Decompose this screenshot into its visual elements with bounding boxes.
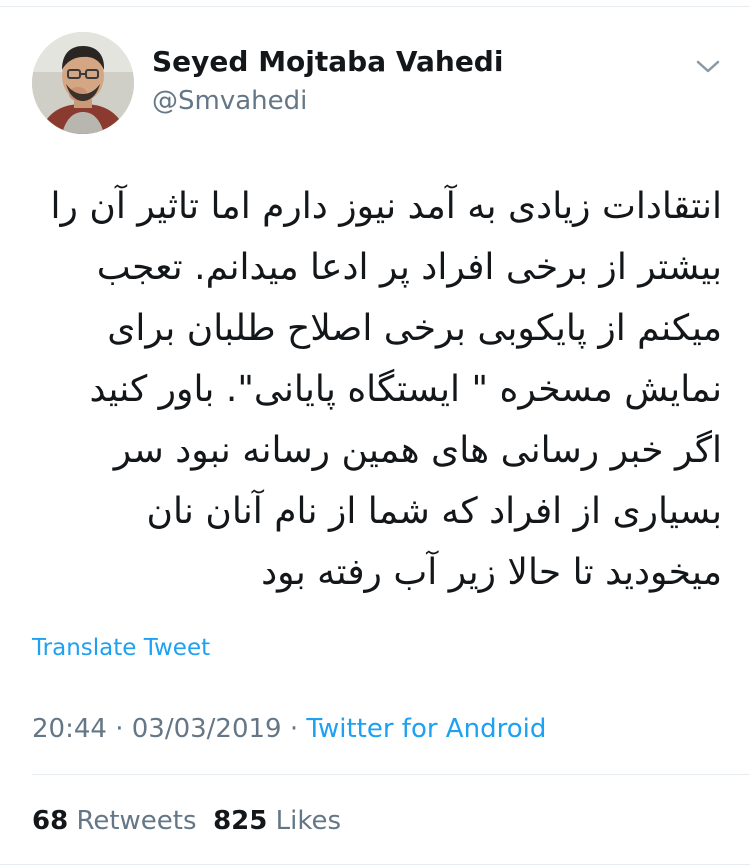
tweet-date[interactable]: 03/03/2019: [132, 714, 282, 744]
stats-top-divider: [32, 774, 750, 775]
tweet-time[interactable]: 20:44: [32, 714, 107, 744]
tweet-line: بسیاری از افراد که شما از نام آنان نان: [146, 491, 722, 532]
tweet-source-link[interactable]: Twitter for Android: [306, 714, 546, 744]
tweet-metadata: 20:44 · 03/03/2019 · Twitter for Android: [32, 712, 546, 746]
bottom-divider: [0, 864, 750, 865]
meta-separator: ·: [281, 714, 307, 744]
author-handle[interactable]: @Smvahedi: [152, 84, 307, 118]
author-name[interactable]: Seyed Mojtaba Vahedi: [152, 44, 503, 80]
tweet-line: میکنم از پایکوبی برخی اصلاح طلبان برای: [107, 308, 722, 349]
avatar-photo: [32, 32, 134, 134]
meta-separator: ·: [106, 714, 132, 744]
tweet-line: نمایش مسخره " ایستگاه پایانی". باور کنید: [89, 369, 722, 410]
retweets-label: Retweets: [76, 806, 197, 836]
likes-stat[interactable]: 825 Likes: [213, 806, 341, 836]
tweet-menu-button[interactable]: [694, 54, 722, 78]
likes-label: Likes: [275, 806, 342, 836]
tweet-line: بیشتر از برخی افراد پر ادعا میدانم. تعجب: [96, 247, 722, 288]
tweet-text: انتقادات زیادی به آمد نیوز دارم اما تاثی…: [32, 176, 722, 603]
tweet-line: انتقادات زیادی به آمد نیوز دارم اما تاثی…: [50, 186, 722, 227]
translate-tweet-link[interactable]: Translate Tweet: [32, 632, 210, 664]
retweets-count: 68: [32, 806, 69, 836]
tweet-line: اگر خبر رسانی های همین رسانه نبود سر: [113, 430, 722, 471]
chevron-down-icon: [696, 60, 720, 73]
top-divider: [0, 6, 750, 7]
engagement-stats: 68 Retweets 825 Likes: [32, 804, 341, 838]
likes-count: 825: [213, 806, 268, 836]
avatar[interactable]: [32, 32, 134, 134]
retweets-stat[interactable]: 68 Retweets: [32, 806, 197, 836]
tweet-line: میخودید تا حالا زیر آب رفته بود: [261, 552, 722, 593]
